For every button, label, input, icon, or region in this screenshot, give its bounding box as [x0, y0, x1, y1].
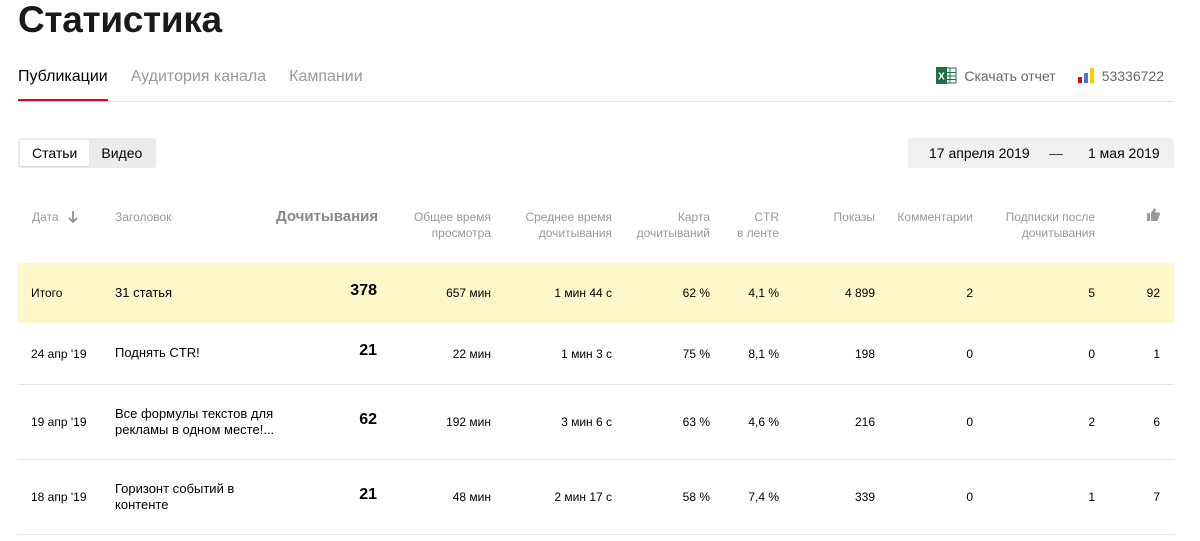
svg-text:X: X — [939, 72, 946, 83]
total-row: Итого 31 статья 378 657 мин 1 мин 44 с 6… — [18, 263, 1174, 323]
row-ctr: 8,1 % — [748, 347, 779, 361]
header-title[interactable]: Заголовок — [115, 209, 171, 225]
header-total-time[interactable]: Общее время просмотра — [414, 209, 491, 241]
header-map-line2: дочитываний — [636, 226, 710, 240]
total-read-map: 62 % — [682, 286, 710, 300]
header-total-time-line2: просмотра — [431, 226, 491, 240]
page-title: Статистика — [18, 0, 222, 40]
row-title[interactable]: Горизонт событий в контенте — [115, 481, 234, 513]
row-divider — [18, 534, 1174, 535]
row-total-time: 22 мин — [452, 347, 491, 361]
row-ctr: 7,4 % — [748, 490, 779, 504]
content-type-switch: Статьи Видео — [18, 138, 157, 168]
total-likes: 92 — [1146, 286, 1160, 300]
total-comments: 2 — [966, 286, 973, 300]
excel-icon: X — [936, 67, 957, 84]
row-title[interactable]: Все формулы текстов для рекламы в одном … — [115, 406, 274, 438]
type-video-button[interactable]: Видео — [89, 140, 154, 166]
row-comments: 0 — [966, 490, 973, 504]
row-likes: 1 — [1153, 347, 1160, 361]
header-read-map[interactable]: Карта дочитываний — [637, 209, 710, 241]
row-total-time: 48 мин — [452, 490, 491, 504]
tab-bar: Публикации Аудитория канала Кампании — [18, 66, 386, 102]
header-ctr[interactable]: CTR в ленте — [737, 209, 779, 241]
row-title-line2: рекламы в одном месте!... — [115, 422, 275, 437]
row-comments: 0 — [966, 415, 973, 429]
row-subscriptions: 2 — [1088, 415, 1095, 429]
date-range-picker[interactable]: 17 апреля 2019 — 1 мая 2019 — [908, 138, 1174, 168]
row-avg-time: 3 мин 6 с — [561, 415, 612, 429]
row-ctr: 4,6 % — [748, 415, 779, 429]
total-total-time: 657 мин — [446, 286, 491, 300]
header-reads[interactable]: Дочитывания — [276, 208, 378, 225]
header-avg-time-line1: Среднее время — [525, 210, 612, 224]
row-avg-time: 2 мин 17 с — [554, 490, 612, 504]
header-ctr-line1: CTR — [754, 210, 779, 224]
type-articles-button[interactable]: Статьи — [20, 140, 90, 166]
header-shows[interactable]: Показы — [834, 209, 875, 225]
header-date[interactable]: Дата — [32, 209, 78, 225]
header-avg-time-line2: дочитывания — [538, 226, 612, 240]
header-date-label: Дата — [32, 210, 59, 224]
tab-publications[interactable]: Публикации — [18, 66, 108, 102]
row-title-line2: контенте — [115, 497, 169, 512]
row-date: 18 апр '19 — [31, 490, 87, 504]
row-read-map: 58 % — [682, 490, 710, 504]
row-subscriptions: 0 — [1088, 347, 1095, 361]
total-articles-count: 31 статья — [115, 285, 173, 300]
row-reads: 62 — [359, 411, 377, 428]
row-likes: 6 — [1153, 415, 1160, 429]
total-avg-time: 1 мин 44 с — [554, 286, 612, 300]
total-ctr: 4,1 % — [748, 286, 779, 300]
thumbs-up-icon[interactable] — [1147, 208, 1160, 221]
total-shows: 4 899 — [844, 286, 875, 300]
row-date: 24 апр '19 — [31, 347, 87, 361]
row-read-map: 63 % — [682, 415, 710, 429]
row-shows: 339 — [854, 490, 875, 504]
table-row[interactable]: 19 апр '19 Все формулы текстов для рекла… — [18, 385, 1174, 459]
total-label: Итого — [31, 286, 63, 300]
header-map-line1: Карта — [677, 210, 710, 224]
total-subscriptions: 5 — [1088, 286, 1095, 300]
row-reads: 21 — [359, 486, 377, 503]
row-subscriptions: 1 — [1088, 490, 1095, 504]
download-report-button[interactable]: X Скачать отчет — [936, 67, 1056, 84]
date-from[interactable]: 17 апреля 2019 — [929, 145, 1030, 161]
header-subscriptions[interactable]: Подписки после дочитывания — [1006, 209, 1095, 241]
table-row[interactable]: 18 апр '19 Горизонт событий в контенте 2… — [18, 460, 1174, 534]
header-subs-line1: Подписки после — [1005, 210, 1095, 224]
row-title-line1: Горизонт событий в — [115, 481, 235, 496]
row-title-line1: Поднять CTR! — [115, 345, 200, 360]
row-shows: 216 — [854, 415, 875, 429]
counter-id: 53336722 — [1101, 67, 1164, 84]
date-separator: — — [1049, 145, 1063, 161]
row-title-line1: Все формулы текстов для — [115, 406, 274, 421]
row-likes: 7 — [1153, 490, 1160, 504]
header-ctr-line2: в ленте — [736, 226, 779, 240]
date-to[interactable]: 1 мая 2019 — [1088, 145, 1160, 161]
row-date: 19 апр '19 — [31, 415, 87, 429]
table-row[interactable]: 24 апр '19 Поднять CTR! 21 22 мин 1 мин … — [18, 323, 1174, 384]
row-shows: 198 — [854, 347, 875, 361]
tab-audience[interactable]: Аудитория канала — [131, 66, 266, 102]
header-avg-time[interactable]: Среднее время дочитывания — [525, 209, 612, 241]
header-subs-line2: дочитывания — [1021, 226, 1095, 240]
header-comments[interactable]: Комментарии — [897, 209, 973, 225]
header-total-time-line1: Общее время — [413, 210, 491, 224]
sort-down-icon — [68, 211, 78, 224]
total-reads: 378 — [350, 282, 377, 299]
row-title[interactable]: Поднять CTR! — [115, 345, 200, 361]
row-comments: 0 — [966, 347, 973, 361]
row-total-time: 192 мин — [446, 415, 491, 429]
download-report-label: Скачать отчет — [964, 67, 1056, 84]
row-read-map: 75 % — [682, 347, 710, 361]
row-avg-time: 1 мин 3 с — [561, 347, 612, 361]
row-reads: 21 — [359, 342, 377, 359]
tabs-divider — [18, 101, 1174, 102]
bar-chart-icon — [1077, 68, 1094, 83]
counter-link[interactable]: 53336722 — [1077, 67, 1164, 84]
tab-campaigns[interactable]: Кампании — [289, 66, 363, 102]
top-actions: X Скачать отчет 53336722 — [936, 67, 1164, 84]
